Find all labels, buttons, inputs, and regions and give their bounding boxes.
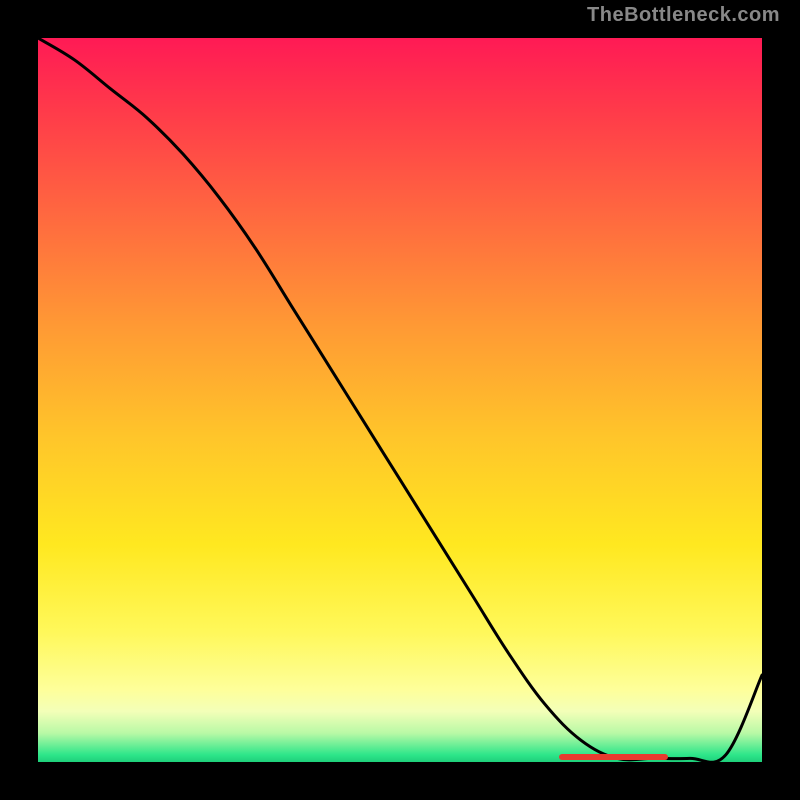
watermark-text: TheBottleneck.com [587, 4, 780, 27]
plot-area [38, 38, 762, 762]
curve-path [38, 38, 762, 762]
chart-frame: TheBottleneck.com [0, 0, 800, 800]
highlight-bar [559, 754, 668, 760]
plot-outer [30, 30, 770, 770]
line-chart [38, 38, 762, 762]
